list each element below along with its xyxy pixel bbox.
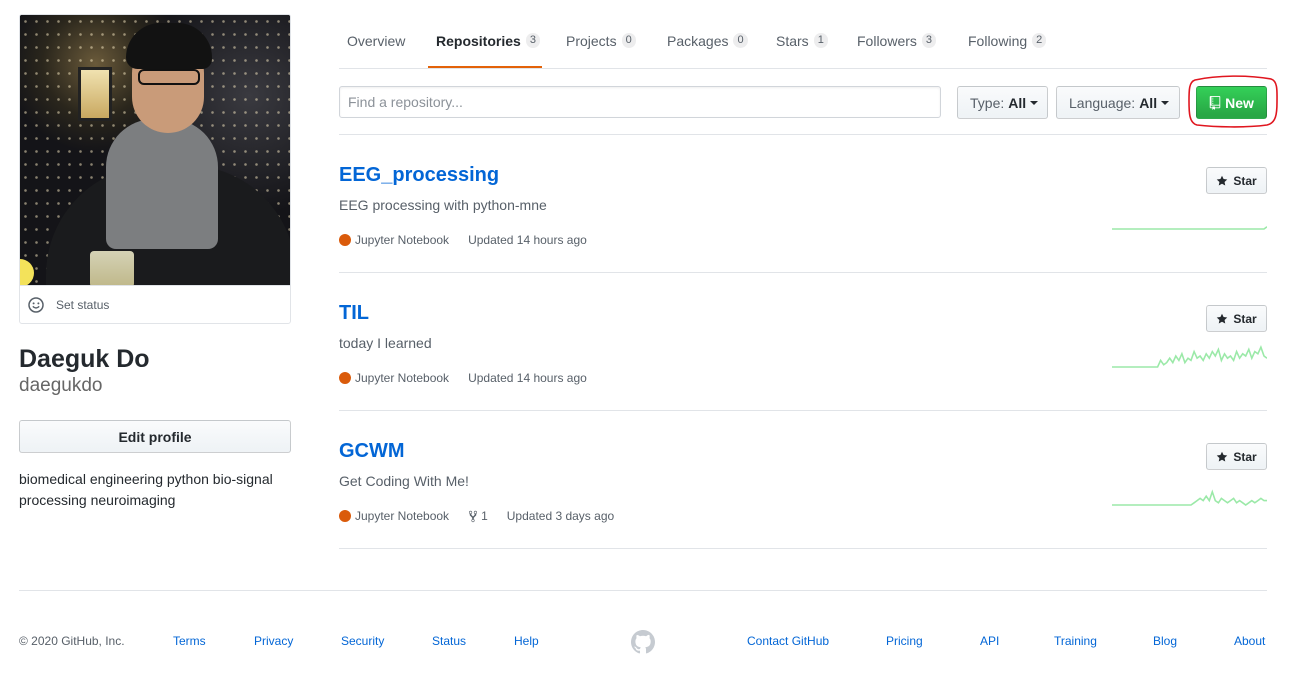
activity-sparkline — [1112, 226, 1267, 230]
tab-stars[interactable]: Stars 1 — [776, 26, 828, 68]
tab-label: Followers — [857, 33, 917, 49]
avatar-container: Set status — [19, 14, 291, 324]
language-filter-label: Language: — [1069, 94, 1136, 111]
footer-link-training[interactable]: Training — [1054, 634, 1097, 648]
caret-down-icon — [1030, 100, 1039, 105]
footer-divider — [19, 590, 1267, 591]
sparkline-path — [1112, 226, 1267, 230]
sparkline-path — [1112, 345, 1267, 368]
footer-link-status[interactable]: Status — [432, 634, 466, 648]
avatar[interactable] — [20, 15, 290, 285]
sparkline-path — [1112, 489, 1267, 506]
type-filter-label: Type: — [970, 94, 1005, 111]
footer-link-blog[interactable]: Blog — [1153, 634, 1177, 648]
language-color-dot — [339, 510, 351, 522]
activity-sparkline — [1112, 489, 1267, 506]
tab-counter: 0 — [621, 33, 636, 48]
repo-description: EEG processing with python-mne — [339, 197, 547, 213]
repo-meta: Jupyter Notebook Updated 14 hours ago — [339, 233, 587, 247]
star-button[interactable]: Star — [1206, 305, 1267, 332]
repo-fork-count: 1 — [481, 509, 488, 523]
find-repository-input[interactable] — [339, 86, 941, 118]
repo-updated: Updated 14 hours ago — [468, 371, 587, 385]
repo-description: Get Coding With Me! — [339, 473, 469, 489]
repo-language: Jupyter Notebook — [355, 233, 450, 247]
repo-name-link[interactable]: GCWM — [339, 440, 405, 463]
set-status-label: Set status — [56, 297, 110, 312]
tab-overview[interactable]: Overview — [347, 26, 405, 68]
mark-github-icon[interactable] — [631, 630, 655, 654]
footer-link-api[interactable]: API — [980, 634, 999, 648]
repo-updated: Updated 14 hours ago — [468, 233, 587, 247]
star-label: Star — [1233, 173, 1257, 188]
type-filter-dropdown[interactable]: Type: All — [957, 86, 1048, 119]
tab-projects[interactable]: Projects 0 — [566, 26, 636, 68]
repo-name-link[interactable]: EEG_processing — [339, 164, 499, 187]
footer-link-contact-github[interactable]: Contact GitHub — [747, 634, 829, 648]
repo-forked-icon — [469, 510, 478, 522]
language-filter-value: All — [1139, 94, 1158, 111]
tab-label: Overview — [347, 33, 406, 49]
caret-down-icon — [1161, 100, 1170, 105]
footer-copyright: © 2020 GitHub, Inc. — [19, 634, 125, 648]
tab-label: Packages — [667, 33, 729, 49]
footer-link-pricing[interactable]: Pricing — [886, 634, 923, 648]
repo-list-item: TIL today I learned Jupyter Notebook Upd… — [339, 273, 1267, 411]
language-filter-dropdown[interactable]: Language: All — [1056, 86, 1180, 119]
tab-counter: 2 — [1032, 33, 1047, 48]
repo-language: Jupyter Notebook — [355, 371, 450, 385]
repo-meta: Jupyter Notebook 1 Updated 3 days ago — [339, 509, 614, 523]
repo-list-item: EEG_processing EEG processing with pytho… — [339, 135, 1267, 273]
star-button[interactable]: Star — [1206, 167, 1267, 194]
tab-label: Repositories — [436, 33, 521, 49]
footer-link-about[interactable]: About — [1234, 634, 1265, 648]
repo-updated: Updated 3 days ago — [506, 509, 615, 523]
tab-counter: 0 — [733, 33, 748, 48]
tab-counter: 3 — [525, 33, 540, 48]
tab-followers[interactable]: Followers 3 — [857, 26, 937, 68]
profile-login: daegukdo — [19, 375, 103, 396]
profile-sidebar: Set status Daeguk Do daegukdo Edit profi… — [19, 14, 291, 511]
star-label: Star — [1233, 449, 1257, 464]
tab-counter: 1 — [813, 33, 828, 48]
repo-description: today I learned — [339, 335, 432, 351]
footer-link-security[interactable]: Security — [341, 634, 384, 648]
language-color-dot — [339, 234, 351, 246]
tab-repositories[interactable]: Repositories 3 — [436, 26, 540, 68]
tab-label: Projects — [566, 33, 617, 49]
repo-language: Jupyter Notebook — [355, 509, 450, 523]
star-icon — [1217, 175, 1228, 185]
tab-label: Following — [968, 33, 1028, 49]
smiley-icon — [28, 296, 44, 313]
tab-counter: 3 — [921, 33, 937, 48]
star-icon — [1217, 451, 1228, 461]
footer-link-terms[interactable]: Terms — [173, 634, 206, 648]
repo-forks-link[interactable]: 1 — [468, 509, 488, 523]
star-label: Star — [1233, 311, 1257, 326]
selected-tab-underline — [428, 66, 542, 68]
tab-following[interactable]: Following 2 — [968, 26, 1047, 68]
tab-packages[interactable]: Packages 0 — [667, 26, 748, 68]
footer-link-privacy[interactable]: Privacy — [254, 634, 293, 648]
activity-sparkline — [1112, 345, 1267, 368]
language-color-dot — [339, 372, 351, 384]
type-filter-value: All — [1008, 94, 1027, 111]
repo-list-item: GCWM Get Coding With Me! Jupyter Noteboo… — [339, 411, 1267, 549]
footer-link-help[interactable]: Help — [514, 634, 539, 648]
repo-meta: Jupyter Notebook Updated 14 hours ago — [339, 371, 587, 385]
profile-name: Daeguk Do — [19, 345, 150, 373]
set-status-button[interactable]: Set status — [20, 285, 290, 323]
star-icon — [1217, 313, 1228, 323]
repo-name-link[interactable]: TIL — [339, 302, 369, 325]
red-highlight-annotation — [1188, 75, 1278, 128]
profile-bio: biomedical engineering python bio-signal… — [19, 471, 273, 508]
tab-label: Stars — [776, 33, 809, 49]
star-button[interactable]: Star — [1206, 443, 1267, 470]
edit-profile-button[interactable]: Edit profile — [19, 420, 291, 453]
profile-tabs: Overview Repositories 3 Projects 0 Packa… — [339, 26, 1267, 69]
